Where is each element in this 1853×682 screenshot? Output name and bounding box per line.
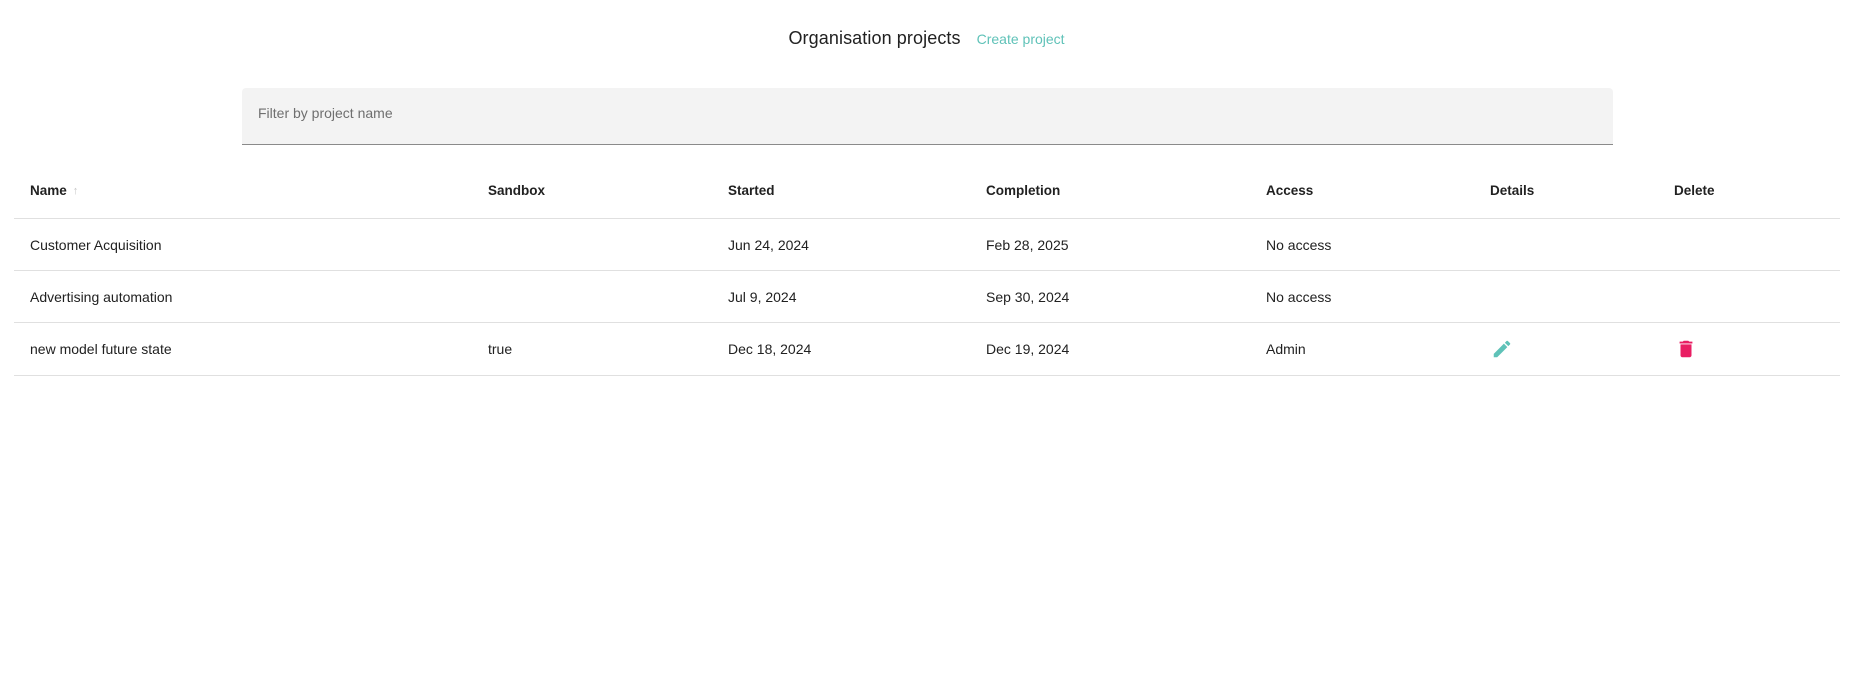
column-header-started: Started [728, 183, 775, 198]
cell-access: No access [1266, 236, 1332, 253]
column-header-completion: Completion [986, 183, 1061, 198]
cell-name: new model future state [30, 341, 172, 357]
cell-sandbox: true [488, 341, 513, 357]
table-row: Customer Acquisition Jun 24, 2024 Feb 28… [14, 219, 1840, 271]
table-row: new model future state true Dec 18, 2024… [14, 323, 1840, 376]
cell-started: Jul 9, 2024 [728, 288, 797, 305]
create-project-link[interactable]: Create project [977, 31, 1065, 47]
cell-completion: Sep 30, 2024 [986, 288, 1070, 305]
cell-access: No access [1266, 288, 1332, 305]
filter-field[interactable] [242, 88, 1613, 145]
column-header-name[interactable]: Name ↑ [30, 163, 78, 218]
filter-input[interactable] [242, 88, 1613, 144]
projects-table: Name ↑ Sandbox Started Completion Access… [14, 163, 1840, 376]
column-header-access: Access [1266, 183, 1314, 198]
cell-name: Customer Acquisition [30, 236, 162, 253]
table-header-row: Name ↑ Sandbox Started Completion Access… [14, 163, 1840, 219]
cell-completion: Dec 19, 2024 [986, 341, 1070, 357]
cell-name: Advertising automation [30, 288, 173, 305]
arrow-up-icon: ↑ [72, 184, 79, 197]
cell-started: Jun 24, 2024 [728, 236, 809, 253]
column-header-name-label: Name [30, 183, 67, 198]
column-header-sandbox: Sandbox [488, 183, 546, 198]
table-row: Advertising automation Jul 9, 2024 Sep 3… [14, 271, 1840, 323]
cell-started: Dec 18, 2024 [728, 341, 812, 357]
projects-page: Organisation projects Create project Nam… [0, 0, 1853, 682]
page-header: Organisation projects Create project [0, 28, 1853, 49]
cell-details [1490, 323, 1514, 375]
column-header-details: Details [1490, 183, 1535, 198]
page-title: Organisation projects [788, 28, 961, 48]
cell-delete [1674, 323, 1698, 375]
cell-access: Admin [1266, 341, 1306, 357]
trash-icon[interactable] [1674, 337, 1698, 361]
pencil-icon[interactable] [1490, 337, 1514, 361]
cell-completion: Feb 28, 2025 [986, 236, 1069, 253]
column-header-delete: Delete [1674, 183, 1715, 198]
